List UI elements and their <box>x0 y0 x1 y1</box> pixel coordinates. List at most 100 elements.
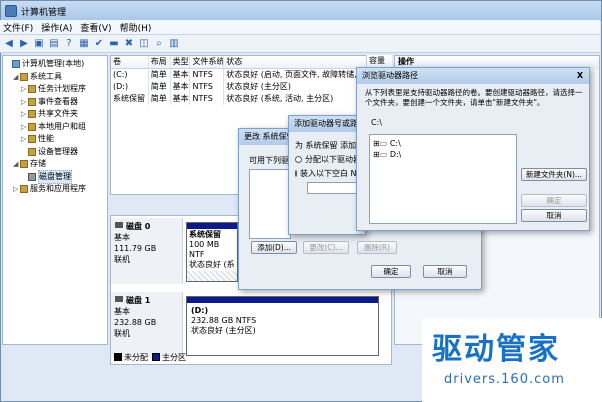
folder-icon <box>20 185 28 194</box>
folder-icon <box>20 72 28 81</box>
tree-item[interactable]: 计算机管理(本地) <box>5 58 105 71</box>
back-icon[interactable]: ◀ <box>3 38 15 50</box>
expand-icon[interactable]: ◢ <box>13 158 20 171</box>
volume-list-header: 卷 布局 类型 文件系统 状态 <box>111 56 391 69</box>
tree-item-d[interactable]: ⊞▭ D:\ <box>373 149 401 160</box>
legend: 未分配 主分区 <box>110 351 186 363</box>
menu-bar: 文件(F) 操作(A) 查看(V) 帮助(H) <box>0 20 600 35</box>
change-button[interactable]: 更改(C)... <box>303 241 349 254</box>
folder-path-field[interactable] <box>307 182 363 194</box>
new-folder-button[interactable]: 新建文件夹(N)... <box>521 168 587 181</box>
option-label: 分配以下驱动器 <box>305 155 361 164</box>
folder-icon[interactable]: ▬ <box>108 38 120 50</box>
tree-item[interactable]: ▷ 任务计划程序 <box>5 83 105 96</box>
tree-item-label: C:\ <box>389 139 401 148</box>
expand-icon[interactable]: ⊞ <box>373 139 380 148</box>
menu-file[interactable]: 文件(F) <box>3 21 33 34</box>
partition-status: 状态良好 (主分区) <box>191 326 256 335</box>
disk-icon <box>115 222 123 228</box>
option-assign-letter[interactable]: 分配以下驱动器 <box>295 154 365 165</box>
expand-icon[interactable]: ▷ <box>21 108 28 121</box>
expand-icon[interactable]: ▷ <box>21 83 28 96</box>
ok-button[interactable]: 确定 <box>521 194 587 207</box>
disk-icon <box>115 296 123 302</box>
drive-path-list[interactable] <box>249 169 291 239</box>
add-button[interactable]: 添加(D)... <box>251 241 297 254</box>
expand-icon[interactable]: ▷ <box>13 183 20 196</box>
tree-item-label: 事件查看器 <box>38 96 78 106</box>
radio-icon[interactable] <box>295 156 302 163</box>
help-icon[interactable]: ? <box>63 38 75 50</box>
col-layout[interactable]: 布局 <box>149 56 171 68</box>
disk-row[interactable]: 磁盘 1 基本 232.88 GB 联机 (D:) 232.88 GB NTFS… <box>111 292 391 358</box>
search-icon[interactable]: ⌕ <box>153 38 165 50</box>
tree-item[interactable]: 磁盘管理 <box>5 169 105 184</box>
folder-icon <box>28 147 36 156</box>
properties-icon[interactable]: ▦ <box>78 38 90 50</box>
expand-icon[interactable]: ▷ <box>21 133 28 146</box>
up-icon[interactable]: ▣ <box>33 38 45 50</box>
legend-unallocated: 未分配 <box>124 352 148 362</box>
menu-view[interactable]: 查看(V) <box>80 21 111 34</box>
cancel-button[interactable]: 取消 <box>423 265 467 278</box>
toolbar: ◀ ▶ ▣ ▤ ? ▦ ✔ ▬ ✖ ◫ ⌕ ▥ <box>0 35 600 53</box>
tree-item-label: D:\ <box>389 150 402 159</box>
grid-icon[interactable]: ▥ <box>168 38 180 50</box>
expand-icon[interactable]: ◢ <box>13 71 20 84</box>
tree-item-c[interactable]: ⊞▭ C:\ <box>373 138 401 149</box>
open-icon[interactable]: ◫ <box>138 38 150 50</box>
menu-action[interactable]: 操作(A) <box>41 21 72 34</box>
browse-drive-path-dialog: 浏览驱动器路径 X 从下列表里是支持驱动器路径的卷。要创建驱动器路径，请选择一个… <box>356 67 590 231</box>
volume-row[interactable]: 系统保留 简单 基本 NTFS 状态良好 (系统, 活动, 主分区) <box>111 93 391 105</box>
dialog-title: 添加驱动器号或路径 <box>289 116 365 132</box>
tree-item[interactable]: ▷ 服务和应用程序 <box>5 183 105 196</box>
dialog-prompt: 为 系统保留 添加 <box>295 141 357 150</box>
tree-item-label: 本地用户和组 <box>38 121 86 131</box>
col-type[interactable]: 类型 <box>171 56 191 68</box>
folder-icon <box>28 110 36 119</box>
tree-item[interactable]: 设备管理器 <box>5 146 105 159</box>
folder-icon <box>28 85 36 94</box>
disk-type: 基本 <box>114 233 130 242</box>
drive-icon: ▭ <box>379 150 388 159</box>
col-volume[interactable]: 卷 <box>111 56 149 68</box>
ok-button[interactable]: 确定 <box>371 265 411 278</box>
delete-button[interactable]: 删除(R) <box>357 241 397 254</box>
folder-tree[interactable]: ⊞▭ C:\ ⊞▭ D:\ <box>369 134 517 224</box>
forward-icon[interactable]: ▶ <box>18 38 30 50</box>
disk-size: 111.79 GB <box>114 244 157 253</box>
show-tree-icon[interactable]: ▤ <box>48 38 60 50</box>
partition-system-reserved[interactable]: 系统保留 100 MB NTF 状态良好 (系 <box>186 222 238 282</box>
disk-name: 磁盘 0 <box>126 222 151 231</box>
add-drive-letter-dialog: 添加驱动器号或路径 为 系统保留 添加 分配以下驱动器 装入以下空白 NTFS <box>288 115 366 235</box>
tree-item[interactable]: ▷ 性能 <box>5 133 105 146</box>
disk-label: 磁盘 0 基本 111.79 GB 联机 <box>111 218 183 284</box>
volume-cell: 简单 <box>149 93 171 105</box>
tree-item[interactable]: ◢ 系统工具 <box>5 71 105 84</box>
tree-item[interactable]: ▷ 共享文件夹 <box>5 108 105 121</box>
volume-cell: 基本 <box>172 93 191 105</box>
tree-item[interactable]: ▷ 事件查看器 <box>5 96 105 109</box>
partition-size: 232.88 GB NTFS <box>191 316 257 325</box>
expand-icon[interactable]: ▷ <box>21 121 28 134</box>
title-bar: 计算机管理 <box>1 1 601 21</box>
menu-help[interactable]: 帮助(H) <box>120 21 152 34</box>
radio-selected-icon[interactable] <box>295 170 297 177</box>
folder-icon <box>20 160 28 169</box>
expand-icon[interactable]: ▷ <box>21 96 28 109</box>
volume-cell: 系统保留 <box>111 93 149 105</box>
watermark-logo: 驱动管家 drivers.160.com <box>422 318 602 402</box>
cancel-button[interactable]: 取消 <box>521 209 587 222</box>
folder-icon <box>28 97 36 106</box>
delete-icon[interactable]: ✖ <box>123 38 135 50</box>
volume-row[interactable]: (C:) 简单 基本 NTFS 状态良好 (启动, 页面文件, 故障转储, 主分 <box>111 69 391 81</box>
option-mount-folder[interactable]: 装入以下空白 NTFS <box>295 168 365 179</box>
col-filesystem[interactable]: 文件系统 <box>190 56 225 68</box>
volume-row[interactable]: (D:) 简单 基本 NTFS 状态良好 (主分区) <box>111 81 391 93</box>
check-icon[interactable]: ✔ <box>93 38 105 50</box>
tree-item[interactable]: ▷ 本地用户和组 <box>5 121 105 134</box>
expand-icon[interactable]: ⊞ <box>373 150 380 159</box>
tree-item-label: 服务和应用程序 <box>30 184 86 193</box>
partition-d[interactable]: (D:) 232.88 GB NTFS 状态良好 (主分区) <box>186 296 379 356</box>
close-icon[interactable]: X <box>577 68 583 84</box>
